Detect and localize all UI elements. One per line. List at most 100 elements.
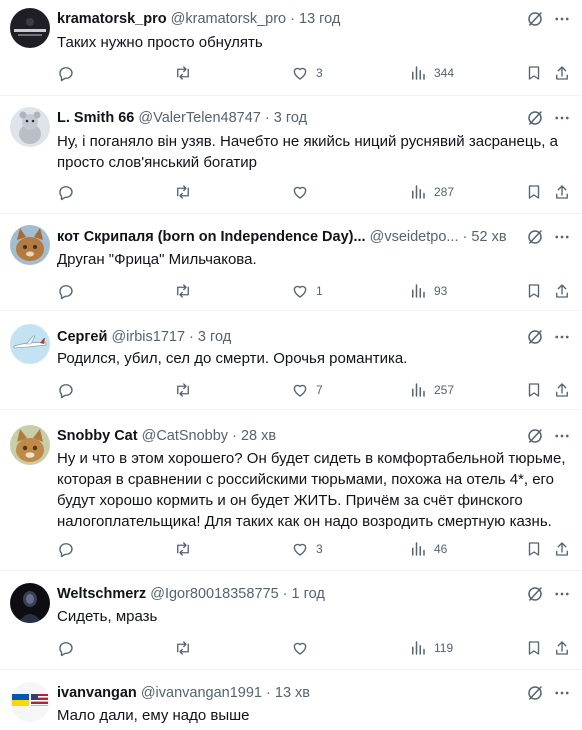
share-button[interactable]	[553, 380, 571, 400]
views-button[interactable]: 287	[409, 182, 454, 202]
like-button[interactable]	[291, 638, 316, 658]
views-icon	[412, 66, 425, 80]
views-button[interactable]: 119	[409, 638, 453, 658]
bookmark-button[interactable]	[525, 638, 543, 658]
user-handle[interactable]: @kramatorsk_pro	[171, 11, 286, 27]
post[interactable]: kramatorsk_pro @kramatorsk_pro · 13 год …	[0, 0, 582, 96]
post[interactable]: Weltschmerz @Igor80018358775 · 1 год Сид…	[0, 571, 582, 670]
timestamp[interactable]: 52 хв	[471, 229, 506, 245]
display-name[interactable]: ivanvangan	[57, 685, 137, 701]
post-text-line: Друган "Фрица" Мильчакова.	[57, 251, 257, 268]
more-icon[interactable]	[552, 228, 572, 246]
display-name[interactable]: кот Скрипаля (born on Independence Day).…	[57, 229, 366, 245]
share-button[interactable]	[553, 281, 571, 301]
like-button[interactable]: 1	[291, 281, 323, 301]
user-handle[interactable]: @Igor80018358775	[150, 586, 278, 602]
grok-icon[interactable]	[526, 10, 544, 28]
repost-icon	[177, 383, 189, 397]
views-button[interactable]: 344	[409, 63, 454, 83]
bookmark-button[interactable]	[525, 182, 543, 202]
grok-icon[interactable]	[526, 427, 544, 445]
views-icon	[412, 383, 425, 397]
display-name[interactable]: Сергей	[57, 329, 107, 345]
repost-button[interactable]	[174, 63, 199, 83]
more-icon[interactable]	[552, 585, 572, 603]
display-name[interactable]: kramatorsk_pro	[57, 11, 167, 27]
grok-icon[interactable]	[526, 328, 544, 346]
display-name[interactable]: Snobby Cat	[57, 428, 138, 444]
action-bar: 287	[57, 182, 570, 202]
post[interactable]: ivanvangan @ivanvangan1991 · 13 хв Мало …	[0, 670, 582, 730]
share-button[interactable]	[553, 638, 571, 658]
views-button[interactable]: 46	[409, 539, 447, 559]
avatar[interactable]	[10, 682, 50, 722]
more-icon[interactable]	[552, 427, 572, 445]
user-handle[interactable]: @vseidetpo...	[370, 229, 459, 245]
repost-button[interactable]	[174, 182, 199, 202]
timestamp[interactable]: 13 год	[299, 11, 340, 27]
reply-button[interactable]	[57, 182, 82, 202]
share-icon	[556, 284, 568, 298]
like-button[interactable]: 3	[291, 539, 323, 559]
timestamp[interactable]: 3 год	[274, 110, 307, 126]
like-count: 3	[316, 66, 323, 80]
timestamp[interactable]: 28 хв	[241, 428, 276, 444]
avatar[interactable]	[10, 225, 50, 265]
repost-button[interactable]	[174, 539, 199, 559]
bookmark-button[interactable]	[525, 281, 543, 301]
user-handle[interactable]: @ValerTelen48747	[138, 110, 260, 126]
avatar[interactable]	[10, 8, 50, 48]
more-icon[interactable]	[552, 10, 572, 28]
bookmark-button[interactable]	[525, 380, 543, 400]
share-button[interactable]	[553, 182, 571, 202]
timestamp[interactable]: 1 год	[292, 586, 325, 602]
more-icon[interactable]	[552, 328, 572, 346]
like-count: 7	[316, 383, 323, 397]
post[interactable]: Сергей @irbis1717 · 3 год Родился, убил,…	[0, 311, 582, 410]
repost-button[interactable]	[174, 380, 199, 400]
avatar[interactable]	[10, 583, 50, 623]
user-handle[interactable]: @irbis1717	[111, 329, 185, 345]
views-button[interactable]: 257	[409, 380, 454, 400]
grok-icon[interactable]	[526, 228, 544, 246]
reply-button[interactable]	[57, 380, 82, 400]
reply-button[interactable]	[57, 281, 82, 301]
bookmark-button[interactable]	[525, 539, 543, 559]
like-button[interactable]	[291, 182, 316, 202]
more-icon[interactable]	[552, 684, 572, 702]
timestamp[interactable]: 13 хв	[275, 685, 310, 701]
display-name[interactable]: Weltschmerz	[57, 586, 146, 602]
like-icon	[293, 384, 307, 397]
grok-icon[interactable]	[526, 684, 544, 702]
post-text-line: Сидеть, мразь	[57, 608, 158, 625]
views-button[interactable]: 93	[409, 281, 447, 301]
repost-button[interactable]	[174, 281, 199, 301]
post[interactable]: L. Smith 66 @ValerTelen48747 · 3 год Ну,…	[0, 96, 582, 214]
more-icon[interactable]	[552, 109, 572, 127]
reply-button[interactable]	[57, 539, 82, 559]
share-button[interactable]	[553, 539, 571, 559]
share-button[interactable]	[553, 63, 571, 83]
grok-icon[interactable]	[526, 109, 544, 127]
views-icon	[412, 185, 425, 199]
post[interactable]: кот Скрипаля (born on Independence Day).…	[0, 214, 582, 311]
reply-button[interactable]	[57, 638, 82, 658]
grok-icon[interactable]	[526, 585, 544, 603]
like-button[interactable]: 3	[291, 63, 323, 83]
bookmark-button[interactable]	[525, 63, 543, 83]
reply-button[interactable]	[57, 63, 82, 83]
post[interactable]: Snobby Cat @CatSnobby · 28 хв Ну и что в…	[0, 410, 582, 571]
action-bar: 119	[57, 638, 570, 658]
user-handle[interactable]: @CatSnobby	[142, 428, 228, 444]
avatar[interactable]	[10, 107, 50, 147]
repost-icon	[177, 185, 189, 199]
display-name[interactable]: L. Smith 66	[57, 110, 134, 126]
post-text-line: Ну, і поганяло він узяв. Начебто не який…	[57, 133, 558, 150]
user-handle[interactable]: @ivanvangan1991	[141, 685, 262, 701]
like-button[interactable]: 7	[291, 380, 323, 400]
avatar[interactable]	[10, 425, 50, 465]
timestamp[interactable]: 3 год	[198, 329, 231, 345]
action-bar: 1 93	[57, 281, 570, 301]
avatar[interactable]	[10, 324, 50, 364]
repost-button[interactable]	[174, 638, 199, 658]
